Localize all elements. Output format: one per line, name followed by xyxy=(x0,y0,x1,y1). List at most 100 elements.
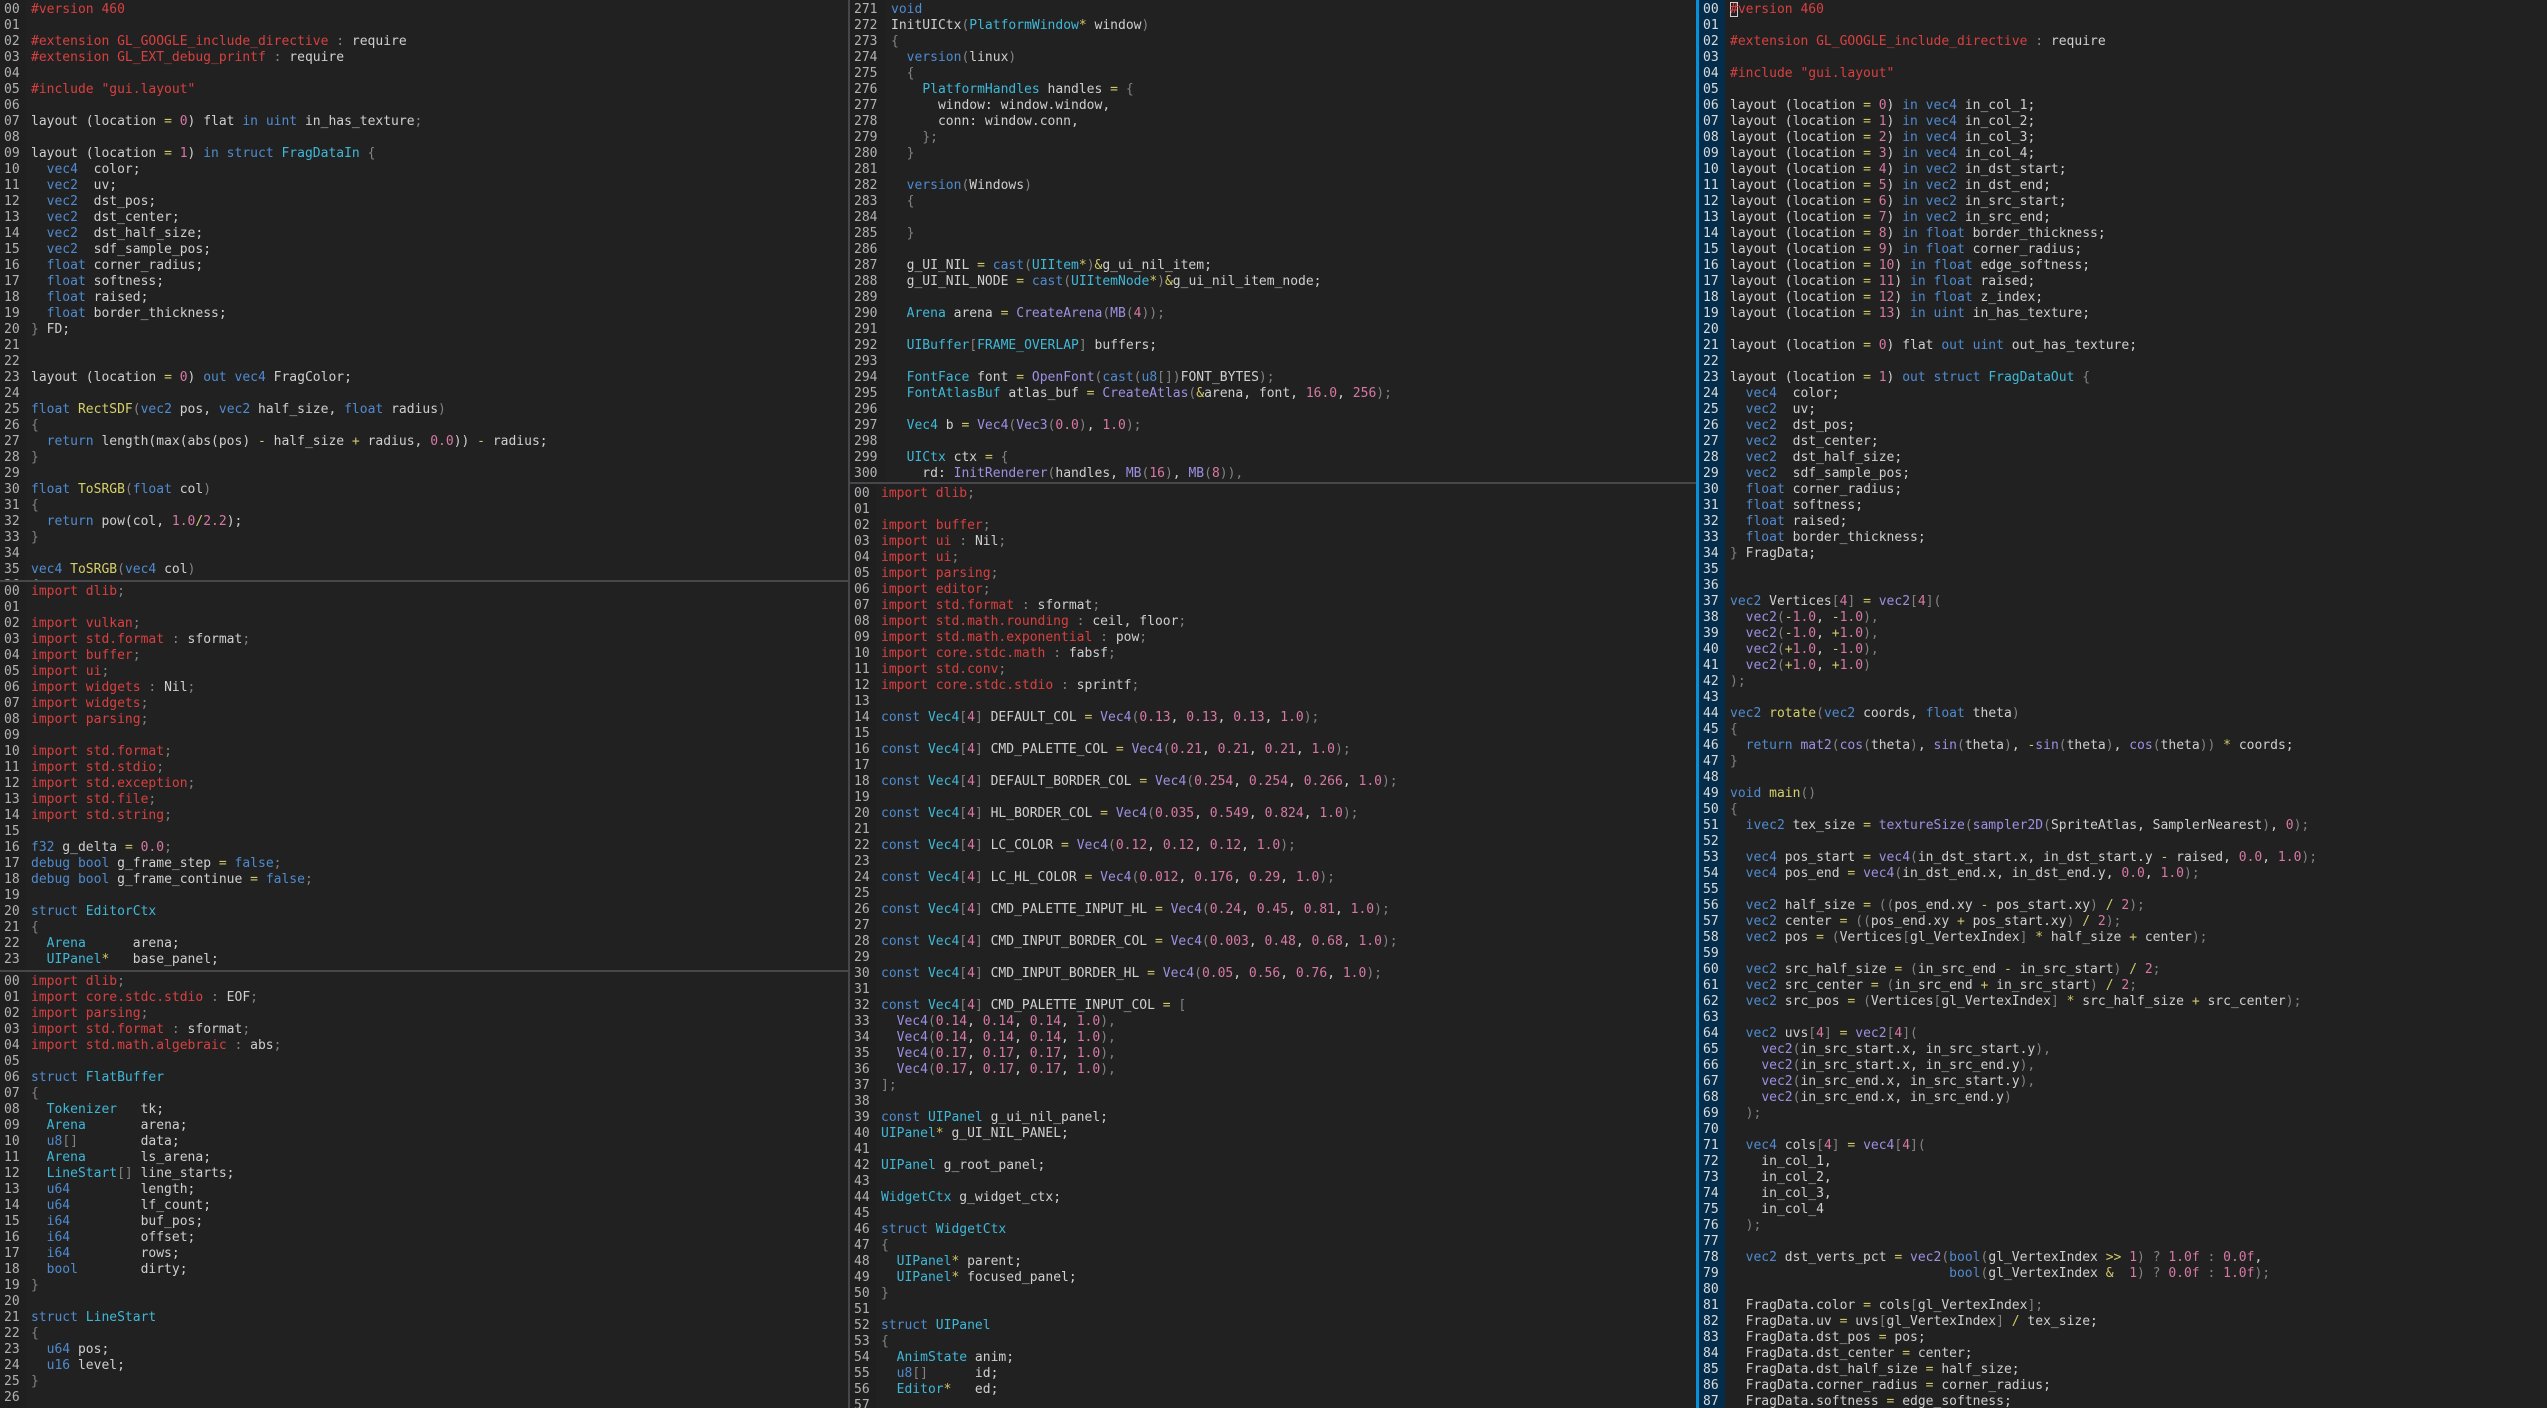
code-line[interactable]: 16 i64 offset; xyxy=(0,1230,848,1246)
code-line[interactable]: 286 xyxy=(850,242,1696,258)
code-line[interactable]: 03 xyxy=(1699,50,2547,66)
code-line[interactable]: 30 float corner_radius; xyxy=(1699,482,2547,498)
code-line[interactable]: 00#version 460 xyxy=(1699,2,2547,18)
code-line[interactable]: 54 vec4 pos_end = vec4(in_dst_end.x, in_… xyxy=(1699,866,2547,882)
code-line[interactable]: 22{ xyxy=(0,1326,848,1342)
code-line[interactable]: 01 xyxy=(0,18,848,34)
code-line[interactable]: 25 vec2 uv; xyxy=(1699,402,2547,418)
code-line[interactable]: 294 FontFace font = OpenFont(cast(u8[])F… xyxy=(850,370,1696,386)
code-line[interactable]: 02import buffer; xyxy=(850,518,1696,534)
code-line[interactable]: 02import parsing; xyxy=(0,1006,848,1022)
code-line[interactable]: 09layout (location = 3) in vec4 in_col_4… xyxy=(1699,146,2547,162)
code-line[interactable]: 35 Vec4(0.17, 0.17, 0.17, 1.0), xyxy=(850,1046,1696,1062)
code-line[interactable]: 20} FD; xyxy=(0,322,848,338)
code-line[interactable]: 70 xyxy=(1699,1122,2547,1138)
code-line[interactable]: 30const Vec4[4] CMD_INPUT_BORDER_HL = Ve… xyxy=(850,966,1696,982)
code-line[interactable]: 23 UIPanel* base_panel; xyxy=(0,952,848,968)
code-line[interactable]: 18debug bool g_frame_continue = false; xyxy=(0,872,848,888)
code-line[interactable]: 29 xyxy=(0,466,848,482)
code-line[interactable]: 49 UIPanel* focused_panel; xyxy=(850,1270,1696,1286)
code-line[interactable]: 299 UICtx ctx = { xyxy=(850,450,1696,466)
code-line[interactable]: 81 FragData.color = cols[gl_VertexIndex]… xyxy=(1699,1298,2547,1314)
code-line[interactable]: 09 Arena arena; xyxy=(0,1118,848,1134)
code-line[interactable]: 63 xyxy=(1699,1010,2547,1026)
code-line[interactable]: 27 vec2 dst_center; xyxy=(1699,434,2547,450)
code-line[interactable]: 11 Arena ls_arena; xyxy=(0,1150,848,1166)
code-line[interactable]: 14const Vec4[4] DEFAULT_COL = Vec4(0.13,… xyxy=(850,710,1696,726)
code-line[interactable]: 11layout (location = 5) in vec2 in_dst_e… xyxy=(1699,178,2547,194)
code-line[interactable]: 29 xyxy=(850,950,1696,966)
code-line[interactable]: 40UIPanel* g_UI_NIL_PANEL; xyxy=(850,1126,1696,1142)
code-line[interactable]: 10import core.stdc.math : fabsf; xyxy=(850,646,1696,662)
code-line[interactable]: 65 vec2(in_src_start.x, in_src_start.y), xyxy=(1699,1042,2547,1058)
code-line[interactable]: 68 vec2(in_src_end.x, in_src_end.y) xyxy=(1699,1090,2547,1106)
code-line[interactable]: 12import std.exception; xyxy=(0,776,848,792)
code-line[interactable]: 271void xyxy=(850,2,1696,18)
code-line[interactable]: 02import vulkan; xyxy=(0,616,848,632)
code-line[interactable]: 13 xyxy=(850,694,1696,710)
code-line[interactable]: 42UIPanel g_root_panel; xyxy=(850,1158,1696,1174)
code-line[interactable]: 15 xyxy=(0,824,848,840)
code-line[interactable]: 05import ui; xyxy=(0,664,848,680)
code-line[interactable]: 33 Vec4(0.14, 0.14, 0.14, 1.0), xyxy=(850,1014,1696,1030)
code-line[interactable]: 12layout (location = 6) in vec2 in_src_s… xyxy=(1699,194,2547,210)
code-line[interactable]: 13import std.file; xyxy=(0,792,848,808)
code-line[interactable]: 50{ xyxy=(1699,802,2547,818)
code-line[interactable]: 55 u8[] id; xyxy=(850,1366,1696,1382)
code-line[interactable]: 289 xyxy=(850,290,1696,306)
code-line[interactable]: 75 in_col_4 xyxy=(1699,1202,2547,1218)
code-line[interactable]: 25} xyxy=(0,1374,848,1390)
code-line[interactable]: 32const Vec4[4] CMD_PALETTE_INPUT_COL = … xyxy=(850,998,1696,1014)
code-line[interactable]: 43 xyxy=(1699,690,2547,706)
code-line[interactable]: 16const Vec4[4] CMD_PALETTE_COL = Vec4(0… xyxy=(850,742,1696,758)
code-line[interactable]: 03import std.format : sformat; xyxy=(0,1022,848,1038)
code-line[interactable]: 23layout (location = 1) out struct FragD… xyxy=(1699,370,2547,386)
code-line[interactable]: 275 { xyxy=(850,66,1696,82)
code-line[interactable]: 01 xyxy=(850,502,1696,518)
code-line[interactable]: 19layout (location = 13) in uint in_has_… xyxy=(1699,306,2547,322)
code-line[interactable]: 04import buffer; xyxy=(0,648,848,664)
code-line[interactable]: 53 vec4 pos_start = vec4(in_dst_start.x,… xyxy=(1699,850,2547,866)
code-line[interactable]: 00import dlib; xyxy=(0,974,848,990)
code-line[interactable]: 00import dlib; xyxy=(0,584,848,600)
code-line[interactable]: 83 FragData.dst_pos = pos; xyxy=(1699,1330,2547,1346)
code-line[interactable]: 04 xyxy=(0,66,848,82)
code-line[interactable]: 277 window: window.window, xyxy=(850,98,1696,114)
code-line[interactable]: 05 xyxy=(0,1054,848,1070)
code-line[interactable]: 08import std.math.rounding : ceil, floor… xyxy=(850,614,1696,630)
code-line[interactable]: 06layout (location = 0) in vec4 in_col_1… xyxy=(1699,98,2547,114)
code-line[interactable]: 26{ xyxy=(0,418,848,434)
code-line[interactable]: 12import core.stdc.stdio : sprintf; xyxy=(850,678,1696,694)
code-line[interactable]: 295 FontAtlasBuf atlas_buf = CreateAtlas… xyxy=(850,386,1696,402)
code-line[interactable]: 37]; xyxy=(850,1078,1696,1094)
code-line[interactable]: 31 float softness; xyxy=(1699,498,2547,514)
code-line[interactable]: 05 xyxy=(1699,82,2547,98)
code-line[interactable]: 48 UIPanel* parent; xyxy=(850,1254,1696,1270)
code-line[interactable]: 11 vec2 uv; xyxy=(0,178,848,194)
code-line[interactable]: 23layout (location = 0) out vec4 FragCol… xyxy=(0,370,848,386)
code-line[interactable]: 276 PlatformHandles handles = { xyxy=(850,82,1696,98)
code-line[interactable]: 20 xyxy=(1699,322,2547,338)
code-line[interactable]: 21{ xyxy=(0,920,848,936)
code-line[interactable]: 11import std.stdio; xyxy=(0,760,848,776)
code-line[interactable]: 10import std.format; xyxy=(0,744,848,760)
code-line[interactable]: 26 xyxy=(0,1390,848,1406)
code-line[interactable]: 79 bool(gl_VertexIndex & 1) ? 0.0f : 1.0… xyxy=(1699,1266,2547,1282)
code-line[interactable]: 292 UIBuffer[FRAME_OVERLAP] buffers; xyxy=(850,338,1696,354)
code-line[interactable]: 284 xyxy=(850,210,1696,226)
code-line[interactable]: 10 u8[] data; xyxy=(0,1134,848,1150)
code-line[interactable]: 17 float softness; xyxy=(0,274,848,290)
pane-vertex-shader[interactable]: 00#version 4600102#extension GL_GOOGLE_i… xyxy=(1696,0,2547,1408)
pane-widgets-module[interactable]: 00import dlib;0102import buffer;03import… xyxy=(850,484,1696,1408)
code-line[interactable]: 15layout (location = 9) in float corner_… xyxy=(1699,242,2547,258)
code-line[interactable]: 43 xyxy=(850,1174,1696,1190)
code-line[interactable]: 296 xyxy=(850,402,1696,418)
code-line[interactable]: 37vec2 Vertices[4] = vec2[4]( xyxy=(1699,594,2547,610)
code-line[interactable]: 05#include "gui.layout" xyxy=(0,82,848,98)
code-line[interactable]: 32 return pow(col, 1.0/2.2); xyxy=(0,514,848,530)
code-line[interactable]: 272InitUICtx(PlatformWindow* window) xyxy=(850,18,1696,34)
code-line[interactable]: 38 xyxy=(850,1094,1696,1110)
code-line[interactable]: 01 xyxy=(1699,18,2547,34)
code-line[interactable]: 53{ xyxy=(850,1334,1696,1350)
code-line[interactable]: 46struct WidgetCtx xyxy=(850,1222,1696,1238)
